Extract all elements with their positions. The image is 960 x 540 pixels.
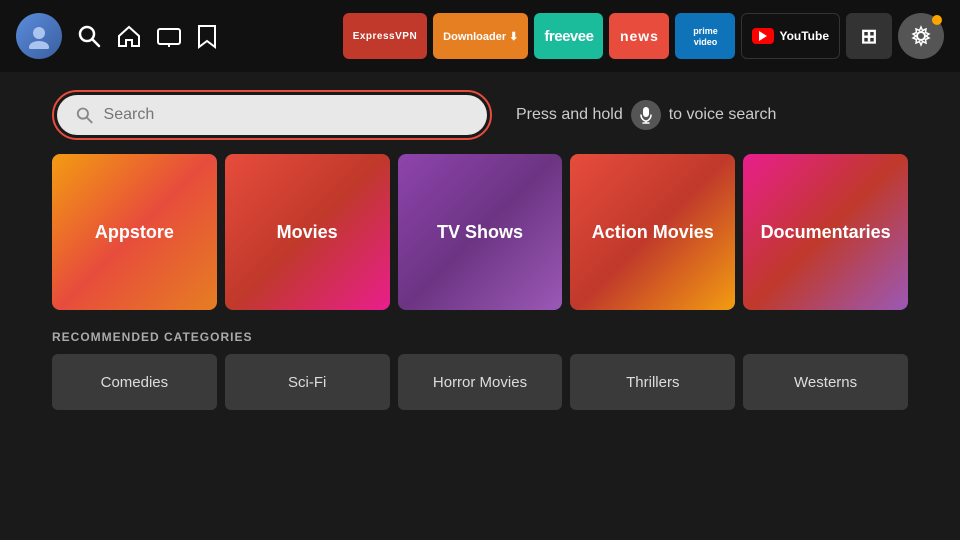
- news-label: news: [620, 28, 659, 44]
- search-nav-icon[interactable]: [76, 23, 102, 49]
- youtube-label: YouTube: [779, 29, 829, 43]
- category-tile-tvshows[interactable]: TV Shows: [398, 154, 563, 310]
- category-label-tvshows: TV Shows: [437, 222, 523, 243]
- category-tile-movies[interactable]: Movies: [225, 154, 390, 310]
- category-label-documentaries: Documentaries: [761, 222, 891, 243]
- search-icon: [75, 105, 94, 125]
- category-tile-documentaries[interactable]: Documentaries: [743, 154, 908, 310]
- nav-icons: [16, 13, 218, 59]
- youtube-app-tile[interactable]: YouTube: [741, 13, 840, 59]
- settings-notification-dot: [932, 15, 942, 25]
- search-input[interactable]: [104, 106, 469, 124]
- rec-tile-horror[interactable]: Horror Movies: [398, 354, 563, 410]
- recommended-grid: Comedies Sci-Fi Horror Movies Thrillers …: [52, 354, 908, 410]
- rec-label-comedies: Comedies: [101, 374, 169, 391]
- search-bar[interactable]: [57, 95, 487, 135]
- rec-label-horror: Horror Movies: [433, 374, 527, 391]
- rec-tile-thrillers[interactable]: Thrillers: [570, 354, 735, 410]
- downloader-app-tile[interactable]: Downloader ⬇: [433, 13, 528, 59]
- settings-app-tile[interactable]: [898, 13, 944, 59]
- top-bar: ExpressVPN Downloader ⬇ freevee news pri…: [0, 0, 960, 72]
- rec-label-scifi: Sci-Fi: [288, 374, 326, 391]
- avatar[interactable]: [16, 13, 62, 59]
- qr-icon: ⊞: [861, 24, 878, 49]
- category-label-action: Action Movies: [592, 222, 714, 243]
- news-app-tile[interactable]: news: [609, 13, 669, 59]
- gear-icon: [910, 25, 932, 47]
- microphone-icon: [631, 100, 661, 130]
- youtube-play-icon: [752, 28, 774, 44]
- voice-hint: Press and hold to voice search: [516, 100, 776, 130]
- voice-hint-post: to voice search: [669, 106, 777, 124]
- rec-tile-comedies[interactable]: Comedies: [52, 354, 217, 410]
- category-label-movies: Movies: [277, 222, 338, 243]
- search-section: Press and hold to voice search: [0, 72, 960, 154]
- rec-tile-scifi[interactable]: Sci-Fi: [225, 354, 390, 410]
- rec-label-westerns: Westerns: [794, 374, 857, 391]
- prime-label-bottom: video: [694, 37, 718, 47]
- voice-hint-pre: Press and hold: [516, 106, 623, 124]
- app-icons-bar: ExpressVPN Downloader ⬇ freevee news pri…: [343, 13, 944, 59]
- search-bar-wrapper: [52, 90, 492, 140]
- recommended-section: RECOMMENDED CATEGORIES Comedies Sci-Fi H…: [0, 330, 960, 410]
- prime-label-top: prime: [693, 26, 718, 36]
- rec-label-thrillers: Thrillers: [626, 374, 679, 391]
- freevee-app-tile[interactable]: freevee: [534, 13, 603, 59]
- recommended-label: RECOMMENDED CATEGORIES: [52, 330, 908, 344]
- category-label-appstore: Appstore: [95, 222, 174, 243]
- bookmark-nav-icon[interactable]: [196, 23, 218, 49]
- category-grid: Appstore Movies TV Shows Action Movies D…: [0, 154, 960, 310]
- freevee-label: freevee: [544, 28, 593, 45]
- category-tile-appstore[interactable]: Appstore: [52, 154, 217, 310]
- rec-tile-westerns[interactable]: Westerns: [743, 354, 908, 410]
- downloader-label: Downloader ⬇: [443, 30, 518, 43]
- qr-app-tile[interactable]: ⊞: [846, 13, 892, 59]
- expressvpn-label: ExpressVPN: [353, 31, 417, 42]
- home-nav-icon[interactable]: [116, 23, 142, 49]
- category-tile-action[interactable]: Action Movies: [570, 154, 735, 310]
- expressvpn-app-tile[interactable]: ExpressVPN: [343, 13, 427, 59]
- tv-nav-icon[interactable]: [156, 23, 182, 49]
- prime-video-app-tile[interactable]: prime video: [675, 13, 735, 59]
